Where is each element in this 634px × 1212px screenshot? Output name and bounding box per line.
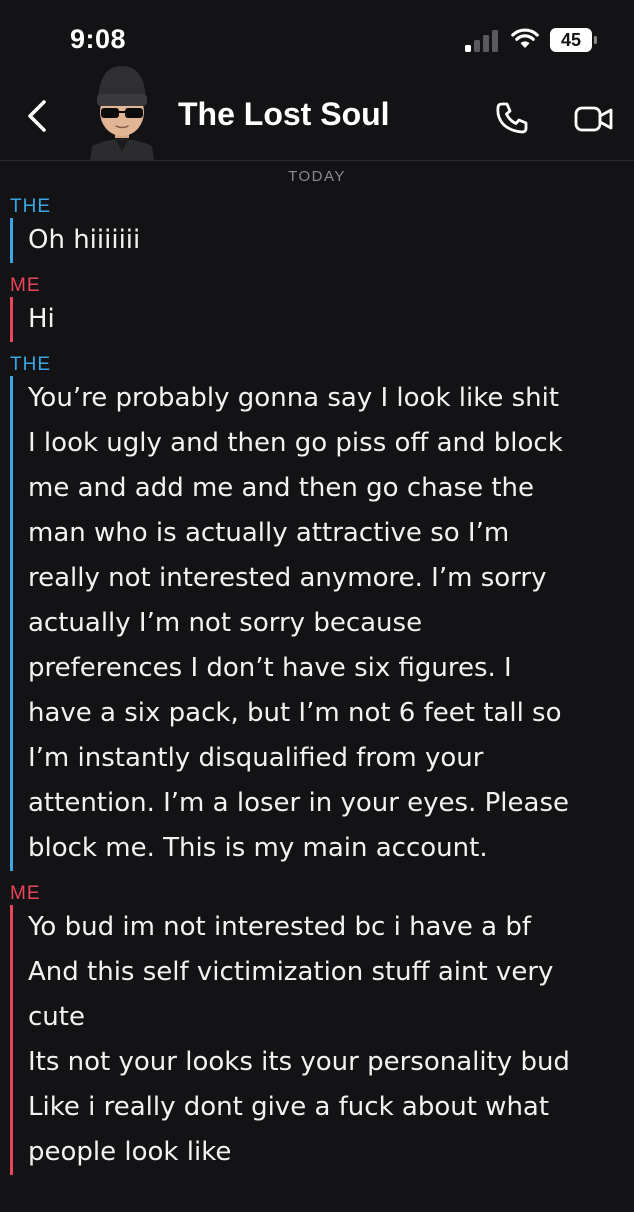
battery-tip [594, 36, 597, 44]
message-line: have a six pack, but I’m not 6 feet tall… [28, 698, 562, 728]
message-line: cute [28, 1002, 85, 1032]
video-icon[interactable] [574, 102, 614, 136]
sender-label: THE [10, 354, 51, 375]
message-group: THE Oh hiiiiiii [0, 196, 634, 263]
sender-label: THE [10, 196, 51, 217]
message-group: THE You’re probably gonna say I look lik… [0, 354, 634, 871]
message-bubble[interactable]: Oh hiiiiiii [10, 218, 600, 263]
message-line: people look like [28, 1137, 232, 1167]
chat-title[interactable]: The Lost Soul [178, 96, 390, 133]
message-line: You’re probably gonna say I look like sh… [28, 383, 560, 413]
phone-icon[interactable] [494, 100, 530, 136]
battery-level: 45 [550, 28, 592, 52]
message-line: man who is actually attractive so I’m [28, 518, 510, 548]
message-line: Its not your looks its your personality … [28, 1047, 570, 1077]
message-group: ME Hi [0, 275, 634, 342]
message-line: I look ugly and then go piss off and blo… [28, 428, 563, 458]
message-line: me and add me and then go chase the [28, 473, 535, 503]
avatar[interactable] [82, 60, 162, 160]
message-line: preferences I don’t have six figures. I [28, 653, 512, 683]
message-bubble[interactable]: Yo bud im not interested bc i have a bf … [10, 905, 600, 1175]
message-line: I’m instantly disqualified from your [28, 743, 484, 773]
sender-label: ME [10, 883, 41, 904]
battery-icon: 45 [550, 28, 598, 52]
message-line: Oh hiiiiiii [28, 225, 141, 255]
chat-header: The Lost Soul [0, 60, 634, 161]
back-icon[interactable] [20, 96, 56, 136]
wifi-icon [511, 28, 539, 48]
message-line: Like i really dont give a fuck about wha… [28, 1092, 550, 1122]
sender-label: ME [10, 275, 41, 296]
message-line: Hi [28, 304, 55, 334]
signal-icon [465, 30, 498, 52]
message-bubble[interactable]: You’re probably gonna say I look like sh… [10, 376, 600, 871]
message-line: really not interested anymore. I’m sorry [28, 563, 547, 593]
message-bubble[interactable]: Hi [10, 297, 600, 342]
message-line: And this self victimization stuff aint v… [28, 957, 554, 987]
message-line: Yo bud im not interested bc i have a bf [28, 912, 531, 942]
message-line: actually I’m not sorry because [28, 608, 423, 638]
message-line: block me. This is my main account. [28, 833, 488, 863]
message-group: ME Yo bud im not interested bc i have a … [0, 883, 634, 1175]
message-line: attention. I’m a loser in your eyes. Ple… [28, 788, 569, 818]
message-list: THE Oh hiiiiiii ME Hi THE You’re probabl… [0, 190, 634, 1175]
day-divider: TODAY [288, 168, 346, 185]
status-time: 9:08 [70, 24, 127, 54]
